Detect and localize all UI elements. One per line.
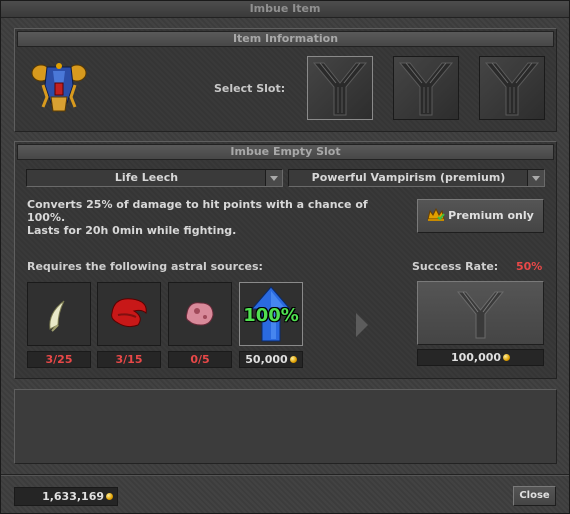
imbuement-type-dropdown[interactable]: Life Leech [26,169,283,187]
arrow-right-icon [356,313,368,337]
description-line-1: Converts 25% of damage to hit points wit… [27,198,368,211]
window-title: Imbue Item [1,1,569,18]
gold-coin-icon [106,493,113,500]
imbue-empty-slot-header: Imbue Empty Slot [17,144,554,160]
armor-icon [29,57,89,117]
source-count-3: 0/5 [168,351,232,368]
pink-flesh-icon [185,302,214,326]
success-rate-value: 50% [516,260,543,273]
crown-icon [427,203,445,221]
gold-balance: 1,633,169 [14,487,118,506]
premium-only-label: Premium only [448,209,534,222]
gold-coin-icon [503,354,511,361]
slot-2[interactable] [393,56,459,120]
imbue-result-button[interactable] [417,281,544,345]
source-slot-2[interactable] [97,282,161,346]
imbue-item-window: Imbue Item Item Information Select Slot: [0,0,570,514]
fang-icon [49,300,65,332]
slot-3[interactable] [479,56,545,120]
chevron-down-icon[interactable] [527,170,544,186]
item-information-header: Item Information [17,31,554,47]
gold-balance-value: 1,633,169 [42,490,104,503]
chevron-down-icon[interactable] [265,170,282,186]
imbue-cost: 100,000 [417,349,544,366]
close-button[interactable]: Close [513,486,556,506]
item-information-panel: Item Information [14,28,557,132]
gold-coin-icon [289,356,297,363]
protection-charm-label: 100% [243,305,299,326]
imbuement-level-value: Powerful Vampirism (premium) [311,171,506,184]
imbuement-type-value: Life Leech [114,171,179,184]
source-count-2: 3/15 [97,351,161,368]
imbuement-description: Converts 25% of damage to hit points wit… [27,198,407,237]
imbuement-level-dropdown[interactable]: Powerful Vampirism (premium) [288,169,545,187]
empty-info-panel [14,389,557,464]
description-line-2: 100%. [27,211,66,224]
red-claw-icon [111,298,147,328]
imbue-slot-icon [456,291,505,339]
slot-1[interactable] [307,56,373,120]
description-line-3: Lasts for 20h 0min while fighting. [27,224,237,237]
success-rate-label: Success Rate: [412,260,499,273]
select-slot-label: Select Slot: [214,82,286,95]
source-count-1: 3/25 [27,351,91,368]
premium-only-button[interactable]: Premium only [417,199,544,233]
requires-label: Requires the following astral sources: [27,260,263,273]
source-slot-1[interactable] [27,282,91,346]
protection-cost: 50,000 [239,351,303,368]
protection-cost-value: 50,000 [245,353,288,366]
source-slot-3[interactable] [168,282,232,346]
protection-charm-slot[interactable]: 100% [239,282,303,346]
imbue-cost-value: 100,000 [450,351,502,364]
footer-divider [1,474,569,476]
